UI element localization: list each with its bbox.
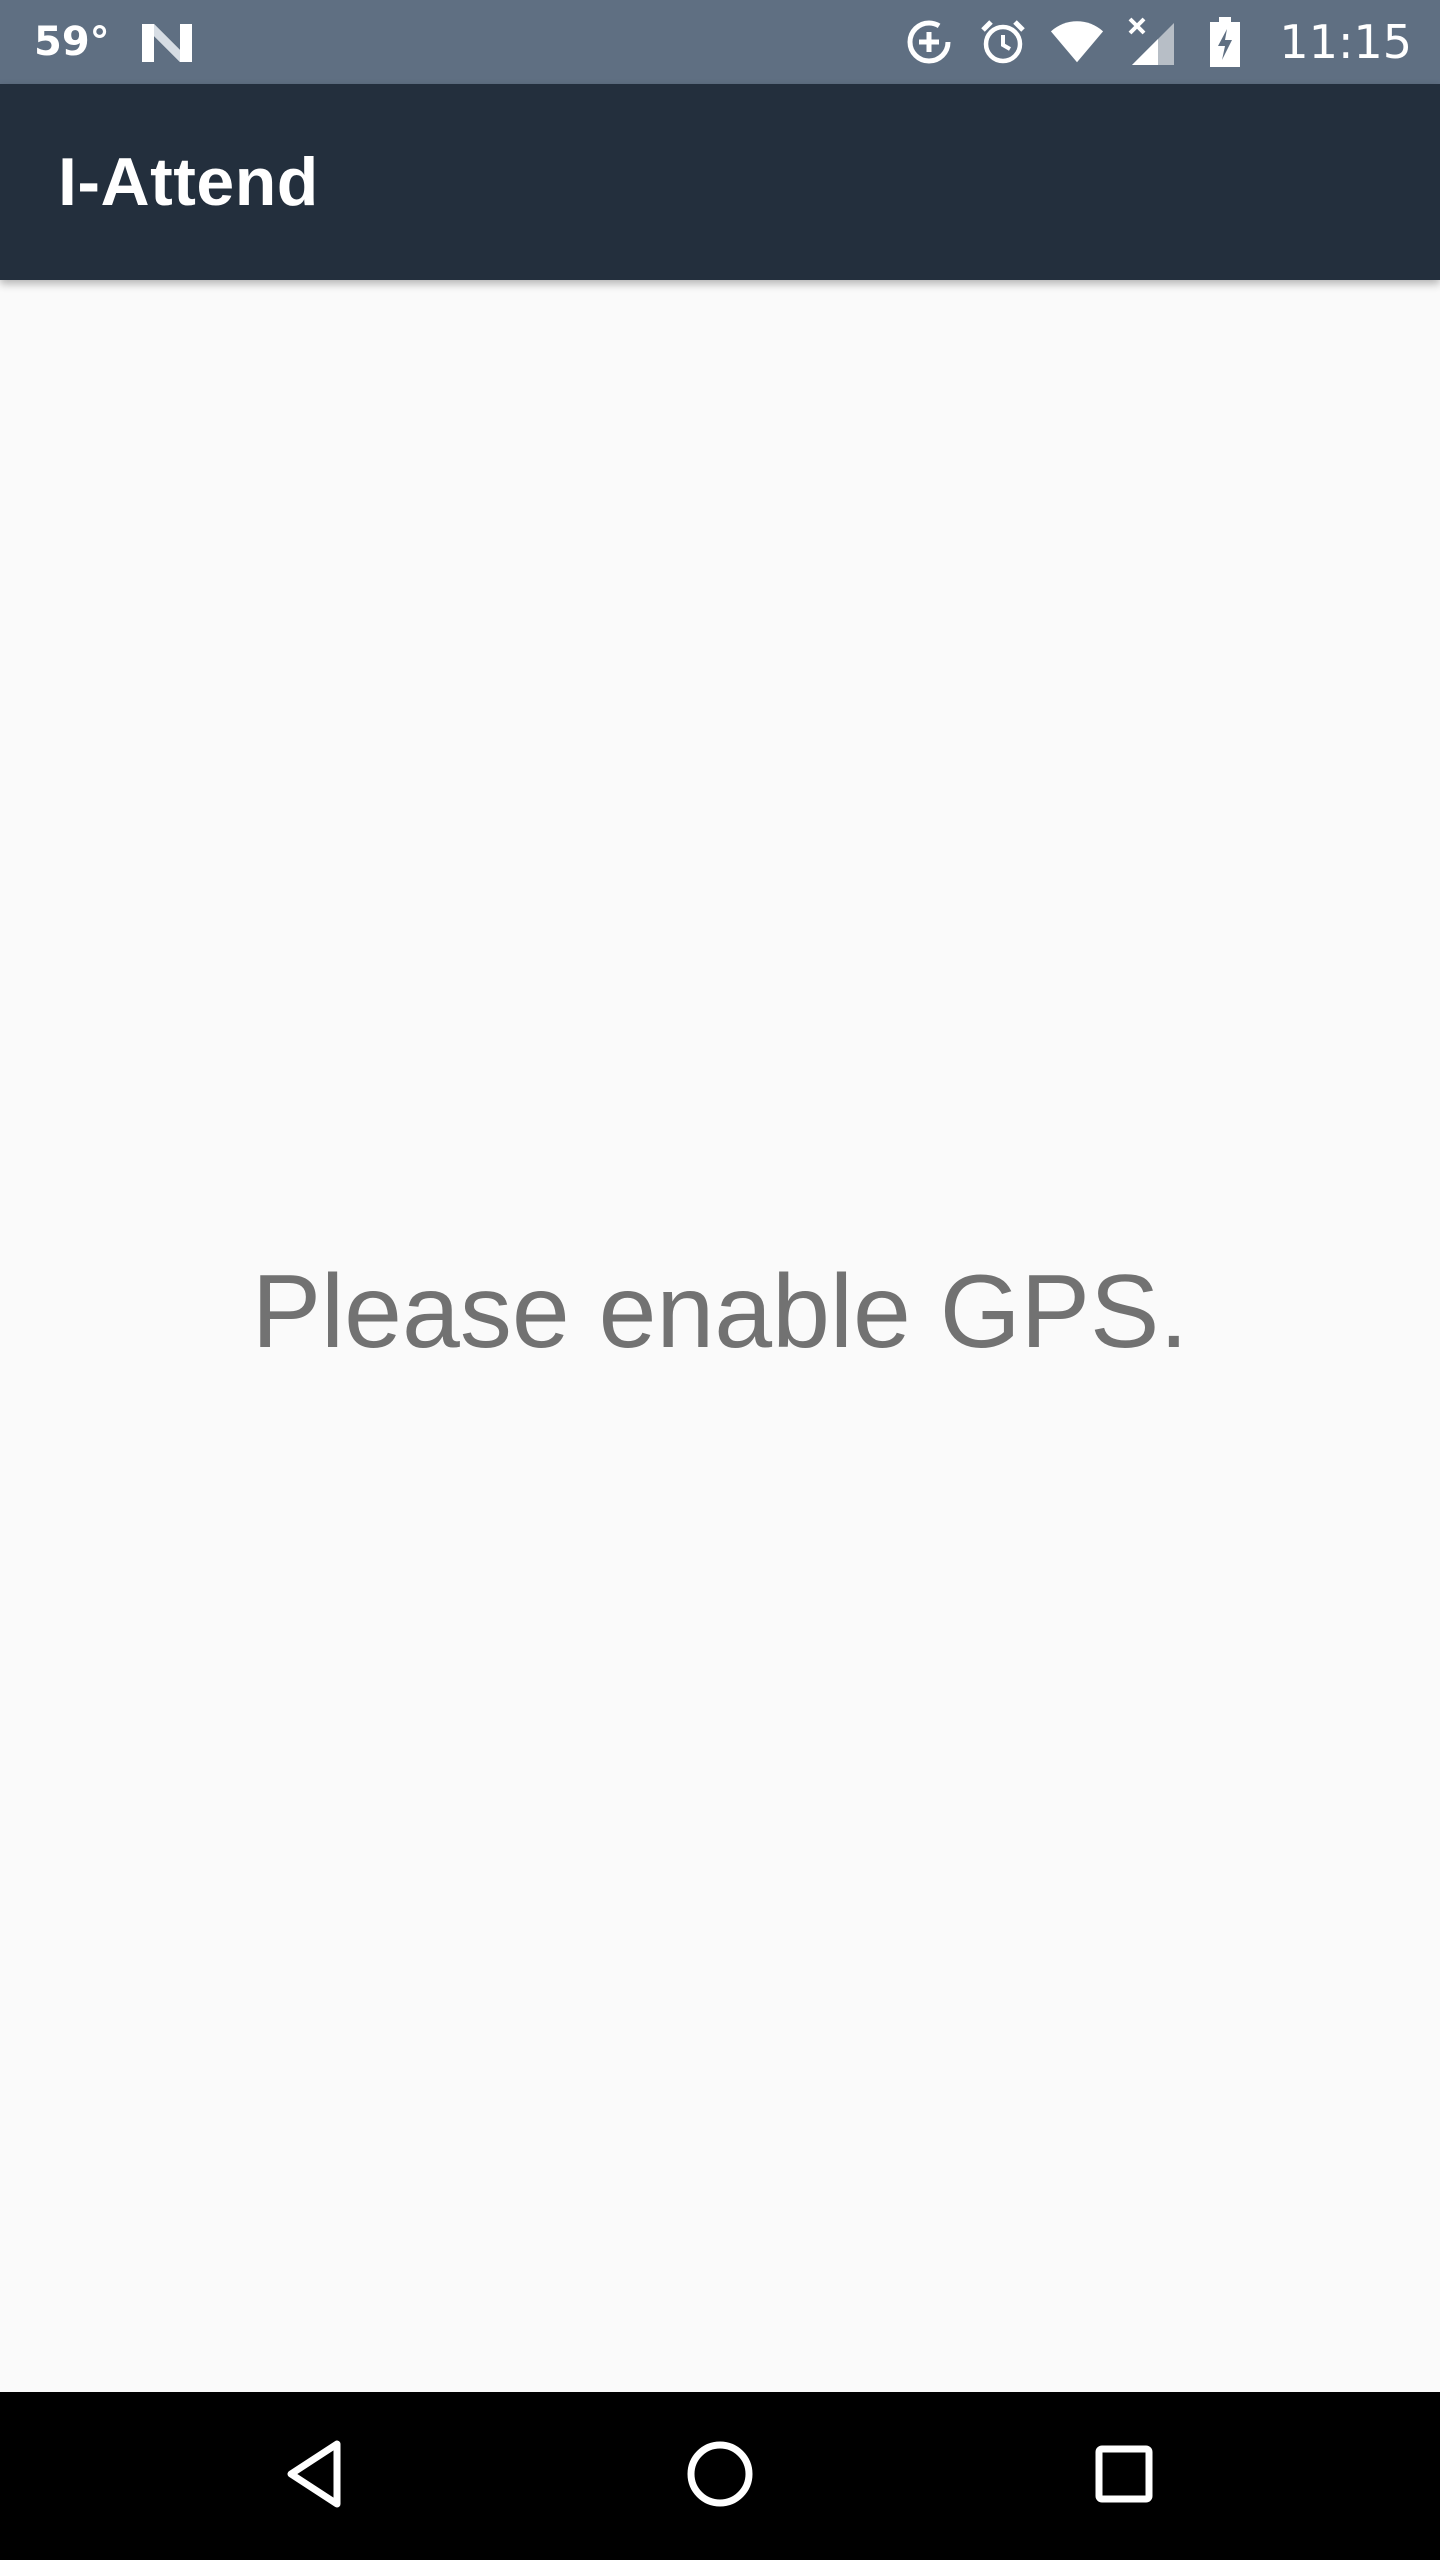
home-button[interactable]	[660, 2416, 780, 2536]
gps-disabled-message: Please enable GPS.	[251, 1254, 1189, 1370]
status-left-group: 59°	[34, 19, 194, 65]
status-time: 11:15	[1279, 15, 1412, 69]
status-right-group: 11:15	[883, 14, 1412, 70]
battery-charging-icon	[1197, 14, 1253, 70]
app-bar: I-Attend	[0, 84, 1440, 280]
alarm-icon	[975, 14, 1031, 70]
weather-temperature: 59°	[34, 19, 110, 65]
recents-button[interactable]	[1064, 2416, 1184, 2536]
signal-no-data-icon	[1123, 14, 1179, 70]
home-icon	[684, 2438, 756, 2515]
status-bar: 59° 11:15	[0, 0, 1440, 84]
data-saver-icon	[901, 14, 957, 70]
navigation-bar	[0, 2392, 1440, 2560]
app-title: I-Attend	[58, 144, 319, 220]
n-icon	[140, 20, 194, 64]
back-button[interactable]	[256, 2416, 376, 2536]
wifi-icon	[1049, 14, 1105, 70]
recents-icon	[1091, 2441, 1157, 2512]
back-icon	[281, 2436, 351, 2517]
